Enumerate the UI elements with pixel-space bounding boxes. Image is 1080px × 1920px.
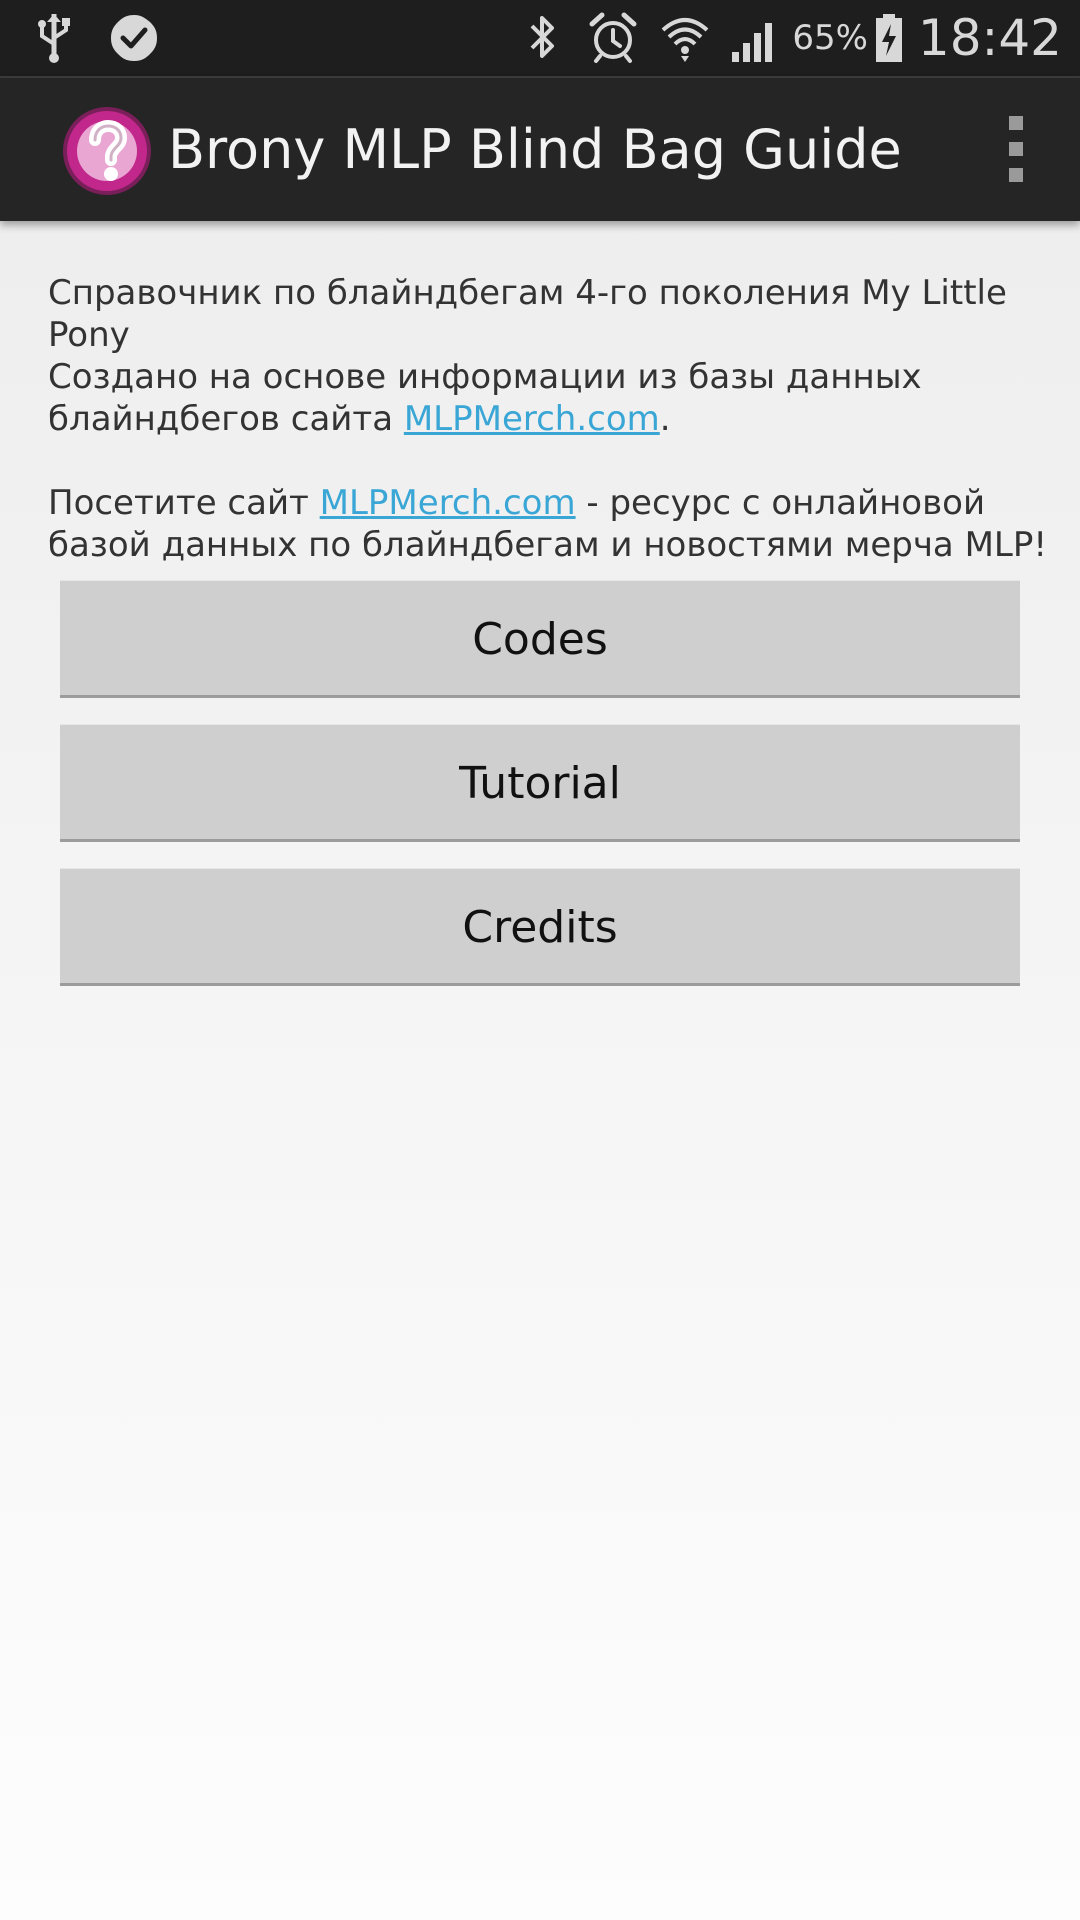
question-mark-icon: [62, 106, 152, 196]
overflow-dot: [1009, 116, 1023, 130]
checkmark-notification-icon: [108, 12, 160, 64]
status-right-icons: 65% 18:42: [524, 0, 1062, 76]
usb-icon: [34, 12, 74, 64]
tutorial-button[interactable]: Tutorial: [60, 724, 1020, 842]
overflow-dot: [1009, 142, 1023, 156]
intro-line-1: Справочник по блайндбегам 4-го поколения…: [48, 273, 1007, 355]
action-bar: Brony MLP Blind Bag Guide: [0, 76, 1080, 221]
codes-button[interactable]: Codes: [60, 580, 1020, 698]
bluetooth-icon: [524, 12, 560, 64]
intro-line-3-prefix: Посетите сайт: [48, 483, 320, 523]
clock: 18:42: [917, 9, 1062, 67]
app-title: Brony MLP Blind Bag Guide: [168, 118, 902, 181]
overflow-menu-icon[interactable]: [1000, 116, 1032, 182]
alarm-icon: [588, 12, 638, 64]
signal-icon: [730, 12, 780, 64]
overflow-dot: [1009, 168, 1023, 182]
status-left-icons: [34, 0, 160, 76]
battery-percent: 65%: [792, 18, 868, 58]
status-bar: 65% 18:42: [0, 0, 1080, 76]
intro-line-2: Создано на основе информации из базы дан…: [48, 356, 1048, 440]
intro-line-3: Посетите сайт MLPMerch.com - ресурс с он…: [48, 482, 1048, 566]
credits-button[interactable]: Credits: [60, 868, 1020, 986]
mlpmerch-link-2[interactable]: MLPMerch.com: [320, 483, 576, 523]
main-buttons: Codes Tutorial Credits: [60, 580, 1020, 1012]
mlpmerch-link[interactable]: MLPMerch.com: [404, 399, 660, 439]
wifi-icon: [660, 12, 710, 64]
intro-text: Справочник по блайндбегам 4-го поколения…: [48, 272, 1048, 566]
intro-line-2-suffix: .: [659, 399, 671, 439]
battery-charging-icon: [874, 12, 904, 64]
